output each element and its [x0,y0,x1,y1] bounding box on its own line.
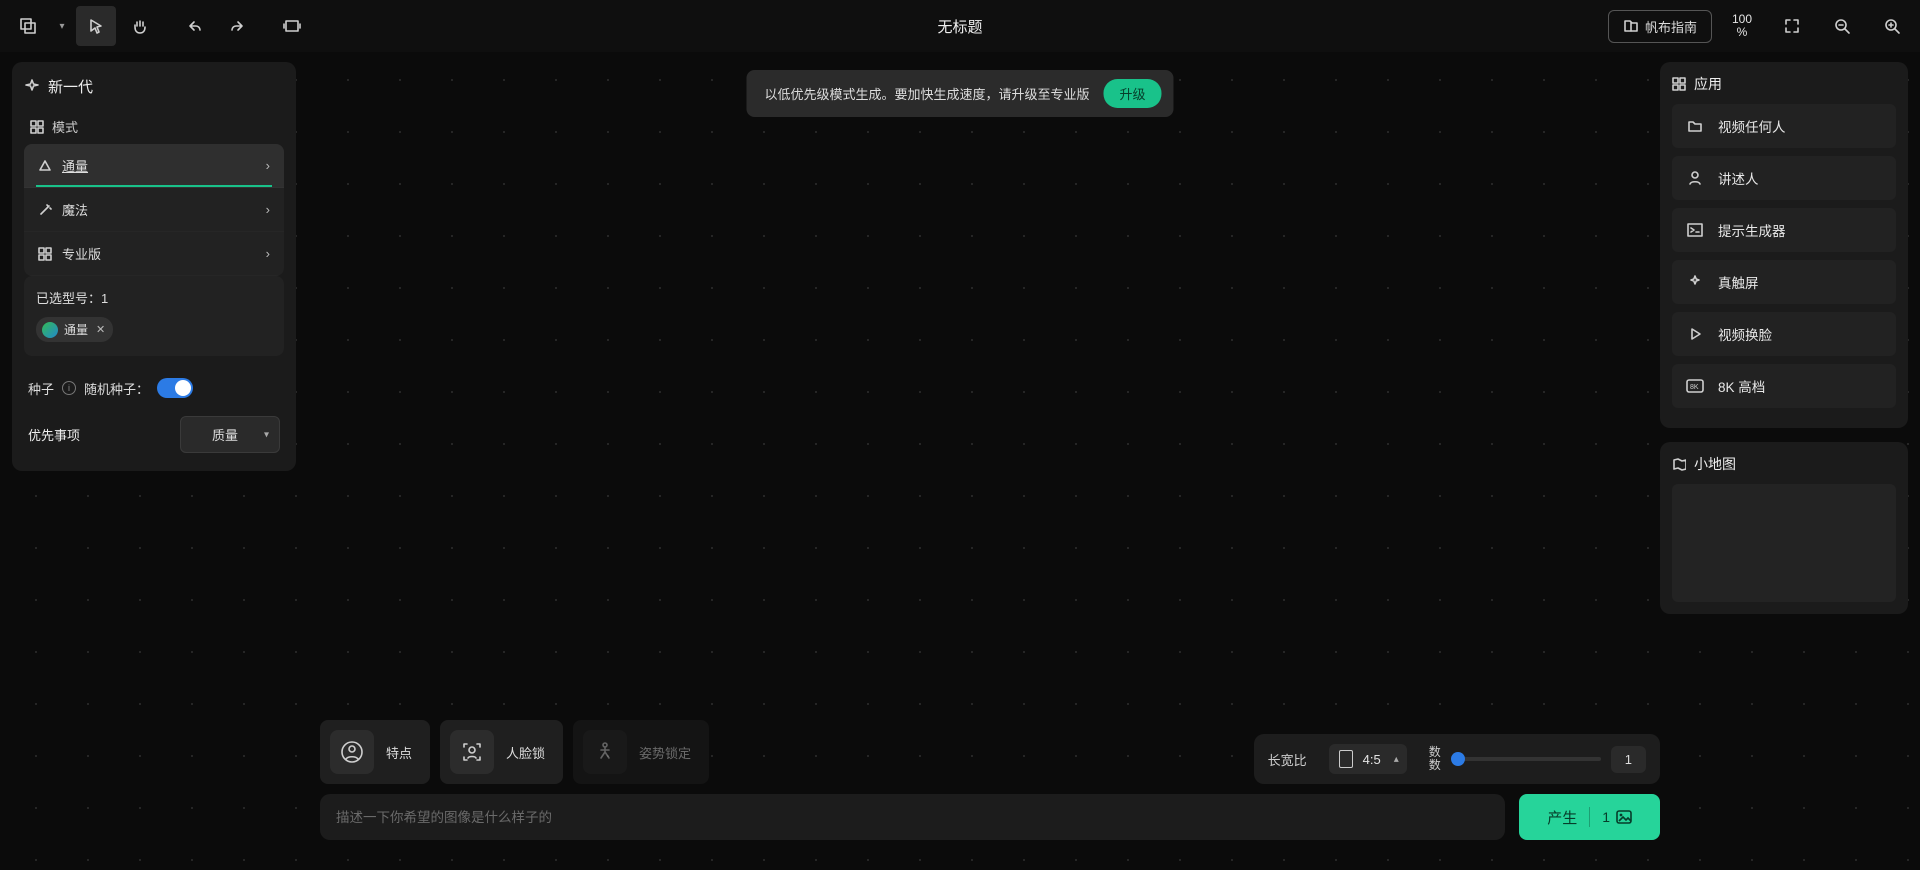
minimap-panel: 小地图 [1660,442,1908,614]
app-item-realtouch[interactable]: 真触屏 [1672,260,1896,304]
map-icon [1672,457,1686,471]
hand-tool[interactable] [120,6,160,46]
zoom-out-button[interactable] [1822,6,1862,46]
feature-poselock[interactable]: 姿势锁定 [573,720,709,784]
app-item-prompt-generator[interactable]: 提示生成器 [1672,208,1896,252]
apps-panel: 应用 视频任何人 讲述人 提示生成器 真触屏 视频换脸 8K 8K 高档 [1660,62,1908,428]
generation-panel: 新一代 模式 通量 › 魔法 › 专业版 › 已选型号：1 通量 ✕ 种子 [12,62,296,471]
face-scan-icon [450,730,494,774]
grid-icon [38,247,52,261]
feature-facelock[interactable]: 人脸锁 [440,720,563,784]
svg-text:8K: 8K [1690,384,1699,391]
aspect-label: 长宽比 [1268,750,1307,769]
logo-dropdown[interactable]: ▾ [52,21,72,32]
topbar: ▾ 无标题 帆布指南 100 % [0,0,1920,52]
generation-panel-title: 新一代 [24,76,284,97]
chevron-right-icon: › [266,158,270,173]
generate-button[interactable]: 产生 1 [1519,794,1660,840]
mode-item-magic[interactable]: 魔法 › [24,188,284,232]
count-value: 1 [1611,746,1646,773]
model-avatar-icon [42,322,58,338]
fit-view-button[interactable] [1772,6,1812,46]
terminal-icon [1686,222,1704,238]
app-item-video-anyone[interactable]: 视频任何人 [1672,104,1896,148]
count-slider[interactable] [1451,757,1601,761]
app-item-narrator[interactable]: 讲述人 [1672,156,1896,200]
chevron-right-icon: › [266,202,270,217]
right-sidebar: 应用 视频任何人 讲述人 提示生成器 真触屏 视频换脸 8K 8K 高档 [1660,62,1908,614]
apps-panel-title: 应用 [1672,74,1896,94]
remove-chip-icon[interactable]: ✕ [96,323,105,336]
undo-button[interactable] [174,6,214,46]
mode-item-pro[interactable]: 专业版 › [24,232,284,276]
grid-icon [1672,77,1686,91]
sparkle-icon [1686,274,1704,290]
app-item-8k-upscale[interactable]: 8K 8K 高档 [1672,364,1896,408]
image-icon [1616,810,1632,824]
info-icon[interactable]: i [62,381,76,395]
aspect-shape-icon [1339,750,1353,768]
folder-icon [1686,118,1704,134]
selected-models-header: 已选型号：1 [36,288,272,307]
random-seed-toggle[interactable] [157,378,193,398]
person-circle-icon [330,730,374,774]
person-icon [1686,170,1704,186]
pose-icon [583,730,627,774]
document-title: 无标题 [937,16,982,37]
minimap-view[interactable] [1672,484,1896,602]
generate-count: 1 [1602,809,1632,825]
prompt-input[interactable] [336,810,1489,825]
canvas-guide-button[interactable]: 帆布指南 [1608,10,1712,43]
sparkle-icon [24,79,40,95]
seed-label: 种子 [28,379,54,398]
generation-controls: 长宽比 4:5 数 数 1 [1254,734,1660,784]
priority-row: 优先事项 质量 [24,416,284,453]
wand-icon [38,203,52,217]
upgrade-notice: 以低优先级模式生成。要加快生成速度，请升级至专业版 升级 [746,70,1173,117]
mode-item-flux[interactable]: 通量 › [24,144,284,188]
feature-row: 特点 人脸锁 姿势锁定 [320,720,709,784]
priority-label: 优先事项 [28,425,80,444]
feature-characteristics[interactable]: 特点 [320,720,430,784]
prompt-area [320,794,1505,840]
random-seed-label: 随机种子： [84,379,149,398]
chevron-right-icon: › [266,246,270,261]
upgrade-button[interactable]: 升级 [1104,79,1162,108]
model-chip-flux[interactable]: 通量 ✕ [36,317,113,342]
notice-text: 以低优先级模式生成。要加快生成速度，请升级至专业版 [764,84,1089,103]
app-item-faceswap[interactable]: 视频换脸 [1672,312,1896,356]
aspect-select[interactable]: 4:5 [1329,744,1407,774]
eightk-icon: 8K [1686,379,1704,393]
modes-header: 模式 [24,111,284,144]
zoom-in-button[interactable] [1872,6,1912,46]
zoom-indicator[interactable]: 100 % [1722,13,1762,39]
minimap-title: 小地图 [1672,454,1896,474]
seed-row: 种子 i 随机种子： [24,370,284,406]
cursor-tool[interactable] [76,6,116,46]
mode-list: 通量 › 魔法 › 专业版 › [24,144,284,276]
bottom-input-bar: 特点 人脸锁 姿势锁定 长宽比 4:5 数 数 [320,720,1660,840]
canvas-guide-label: 帆布指南 [1645,17,1697,36]
generate-label: 产生 [1547,807,1577,828]
grid-icon [30,120,44,134]
priority-select[interactable]: 质量 [180,416,280,453]
play-icon [1686,326,1704,342]
count-label: 数 数 [1429,746,1441,771]
selected-models: 已选型号：1 通量 ✕ [24,276,284,356]
frame-tool[interactable] [272,6,312,46]
redo-button[interactable] [218,6,258,46]
logo-button[interactable] [8,6,48,46]
triangle-icon [38,159,52,173]
